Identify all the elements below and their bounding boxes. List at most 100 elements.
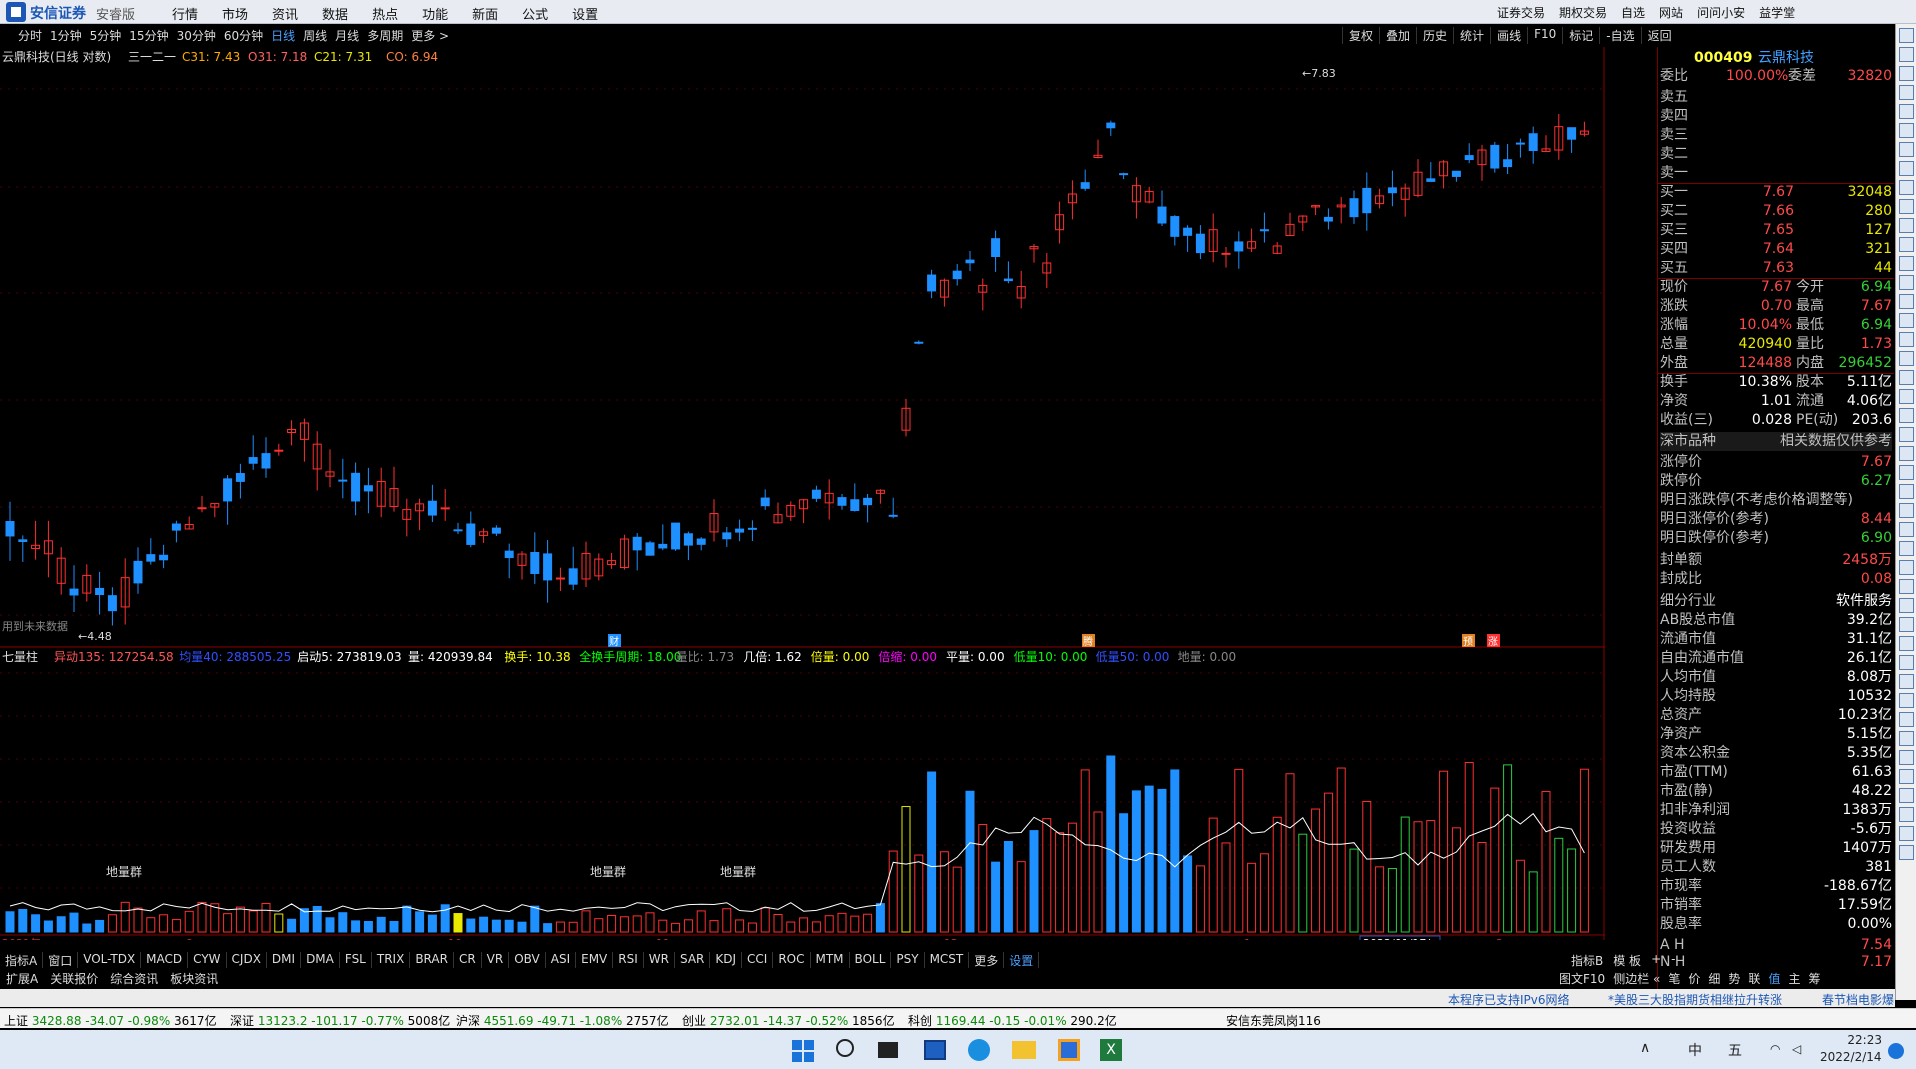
ext-right-tab-6[interactable]: 联 <box>1744 970 1764 987</box>
clock-time[interactable]: 22:23 <box>1838 1033 1882 1047</box>
side-tool-icon[interactable] <box>1899 427 1914 442</box>
side-tool-icon[interactable] <box>1899 275 1914 290</box>
ext-right-tab-5[interactable]: 势 <box>1724 970 1744 987</box>
start-icon[interactable] <box>792 1040 814 1062</box>
ext-right-tab-7[interactable]: 值 <box>1764 970 1784 987</box>
side-tool-icon[interactable] <box>1899 370 1914 385</box>
ext-right-tab-3[interactable]: 价 <box>1684 970 1704 987</box>
side-tool-icon[interactable] <box>1899 693 1914 708</box>
tool-1[interactable]: 叠加 <box>1379 27 1416 44</box>
side-tool-icon[interactable] <box>1899 237 1914 252</box>
kline-chart[interactable]: 7.676.976.275.655.084.576.64云鼎科技(日线 对数)三… <box>0 47 1605 940</box>
buy-level[interactable]: 买五 7.63 44 <box>1660 259 1892 278</box>
buy-level[interactable]: 买三 7.65 127 <box>1660 221 1892 240</box>
folder-icon[interactable] <box>1012 1041 1036 1059</box>
side-tool-icon[interactable] <box>1899 408 1914 423</box>
side-tool-icon[interactable] <box>1899 598 1914 613</box>
side-tool-icon[interactable] <box>1899 47 1914 62</box>
top-link-4[interactable]: 问问小安 <box>1697 4 1745 21</box>
period-tab-4[interactable]: 30分钟 <box>177 27 216 44</box>
indicator-tab-27[interactable]: 设置 <box>1004 952 1040 968</box>
side-tool-icon[interactable] <box>1899 389 1914 404</box>
side-tool-icon[interactable] <box>1899 826 1914 841</box>
side-tool-icon[interactable] <box>1899 712 1914 727</box>
indicator-tab-8[interactable]: FSL <box>340 952 372 968</box>
menu-item-4[interactable]: 热点 <box>372 4 398 23</box>
indicator-tab-2[interactable]: VOL-TDX <box>78 952 142 968</box>
indicator-tab-12[interactable]: VR <box>482 952 510 968</box>
tool-7[interactable]: -自选 <box>1599 27 1640 44</box>
tool-4[interactable]: 画线 <box>1490 27 1527 44</box>
indicator-tab-11[interactable]: CR <box>454 952 482 968</box>
side-tool-icon[interactable] <box>1899 750 1914 765</box>
tool-3[interactable]: 统计 <box>1453 27 1490 44</box>
side-tool-icon[interactable] <box>1899 313 1914 328</box>
indicator-right-1[interactable]: 模 板 <box>1608 952 1646 969</box>
tool-6[interactable]: 标记 <box>1562 27 1599 44</box>
indicator-tab-1[interactable]: 窗口 <box>43 952 79 968</box>
ext-right-tab-1[interactable]: 侧边栏 « <box>1609 970 1664 987</box>
index-item[interactable]: 沪深 4551.69 -49.71 -1.08% 2757亿 <box>456 1012 669 1029</box>
indicator-tab-13[interactable]: OBV <box>509 952 546 968</box>
side-tool-icon[interactable] <box>1899 731 1914 746</box>
anxin-app-icon[interactable] <box>1058 1039 1080 1061</box>
indicator-right-0[interactable]: 指标B <box>1566 952 1608 969</box>
indicator-tab-5[interactable]: CJDX <box>227 952 267 968</box>
side-tool-icon[interactable] <box>1899 465 1914 480</box>
side-tool-icon[interactable] <box>1899 351 1914 366</box>
notification-icon[interactable] <box>1888 1043 1904 1059</box>
period-tab-9[interactable]: 多周期 <box>367 27 403 44</box>
side-tool-icon[interactable] <box>1899 807 1914 822</box>
indicator-tab-10[interactable]: BRAR <box>410 952 454 968</box>
index-item[interactable]: 深证 13123.2 -101.17 -0.77% 5008亿 <box>230 1012 450 1029</box>
menu-item-5[interactable]: 功能 <box>422 4 448 23</box>
index-item[interactable]: 科创 1169.44 -0.15 -0.01% 290.2亿 <box>908 1012 1117 1029</box>
indicator-tab-9[interactable]: TRIX <box>372 952 411 968</box>
indicator-tab-18[interactable]: SAR <box>675 952 711 968</box>
period-tab-8[interactable]: 月线 <box>335 27 359 44</box>
news-left[interactable]: 本程序已支持IPv6网络 <box>1448 991 1570 1008</box>
top-link-1[interactable]: 期权交易 <box>1559 4 1607 21</box>
speaker-icon[interactable]: ◁ <box>1792 1042 1801 1056</box>
menu-item-8[interactable]: 设置 <box>572 4 598 23</box>
side-tool-icon[interactable] <box>1899 66 1914 81</box>
side-tool-icon[interactable] <box>1899 294 1914 309</box>
sell-level[interactable]: 卖三 <box>1660 126 1892 145</box>
indicator-tab-24[interactable]: PSY <box>891 952 925 968</box>
indicator-tab-22[interactable]: MTM <box>811 952 850 968</box>
period-tab-0[interactable]: 分时 <box>18 27 42 44</box>
indicator-tab-7[interactable]: DMA <box>301 952 340 968</box>
clock-date[interactable]: 2022/2/14 <box>1820 1050 1882 1064</box>
buy-level[interactable]: 买一 7.67 32048 <box>1660 183 1892 202</box>
menu-item-3[interactable]: 数据 <box>322 4 348 23</box>
indicator-tab-19[interactable]: KDJ <box>710 952 743 968</box>
side-tool-icon[interactable] <box>1899 332 1914 347</box>
indicator-tab-26[interactable]: 更多 <box>969 952 1005 968</box>
sell-level[interactable]: 卖四 <box>1660 107 1892 126</box>
ext-right-tab-2[interactable]: 笔 <box>1664 970 1684 987</box>
indicator-tab-17[interactable]: WR <box>644 952 675 968</box>
side-tool-icon[interactable] <box>1899 579 1914 594</box>
indicator-tab-23[interactable]: BOLL <box>850 952 892 968</box>
period-tab-2[interactable]: 5分钟 <box>90 27 122 44</box>
ime-lang[interactable]: 中 <box>1688 1040 1702 1060</box>
news-mid[interactable]: *美股三大股指期货相继拉升转涨 <box>1608 991 1782 1008</box>
ext-tab-1[interactable]: 关联报价 <box>44 970 104 986</box>
side-tool-icon[interactable] <box>1899 199 1914 214</box>
top-link-0[interactable]: 证券交易 <box>1497 4 1545 21</box>
indicator-tab-16[interactable]: RSI <box>613 952 644 968</box>
ime-mode[interactable]: 五 <box>1728 1040 1742 1060</box>
period-tab-6[interactable]: 日线 <box>271 27 295 44</box>
period-tab-3[interactable]: 15分钟 <box>129 27 168 44</box>
side-tool-icon[interactable] <box>1899 503 1914 518</box>
sell-level[interactable]: 卖二 <box>1660 145 1892 164</box>
side-tool-icon[interactable] <box>1899 617 1914 632</box>
taskview-icon[interactable] <box>878 1042 898 1058</box>
excel-icon[interactable]: X <box>1100 1039 1122 1061</box>
side-tool-icon[interactable] <box>1899 446 1914 461</box>
buy-level[interactable]: 买二 7.66 280 <box>1660 202 1892 221</box>
ext-tab-2[interactable]: 综合资讯 <box>104 970 164 986</box>
ext-right-tab-8[interactable]: 主 <box>1784 970 1804 987</box>
ext-tab-0[interactable]: 扩展A <box>0 970 44 986</box>
buy-level[interactable]: 买四 7.64 321 <box>1660 240 1892 259</box>
